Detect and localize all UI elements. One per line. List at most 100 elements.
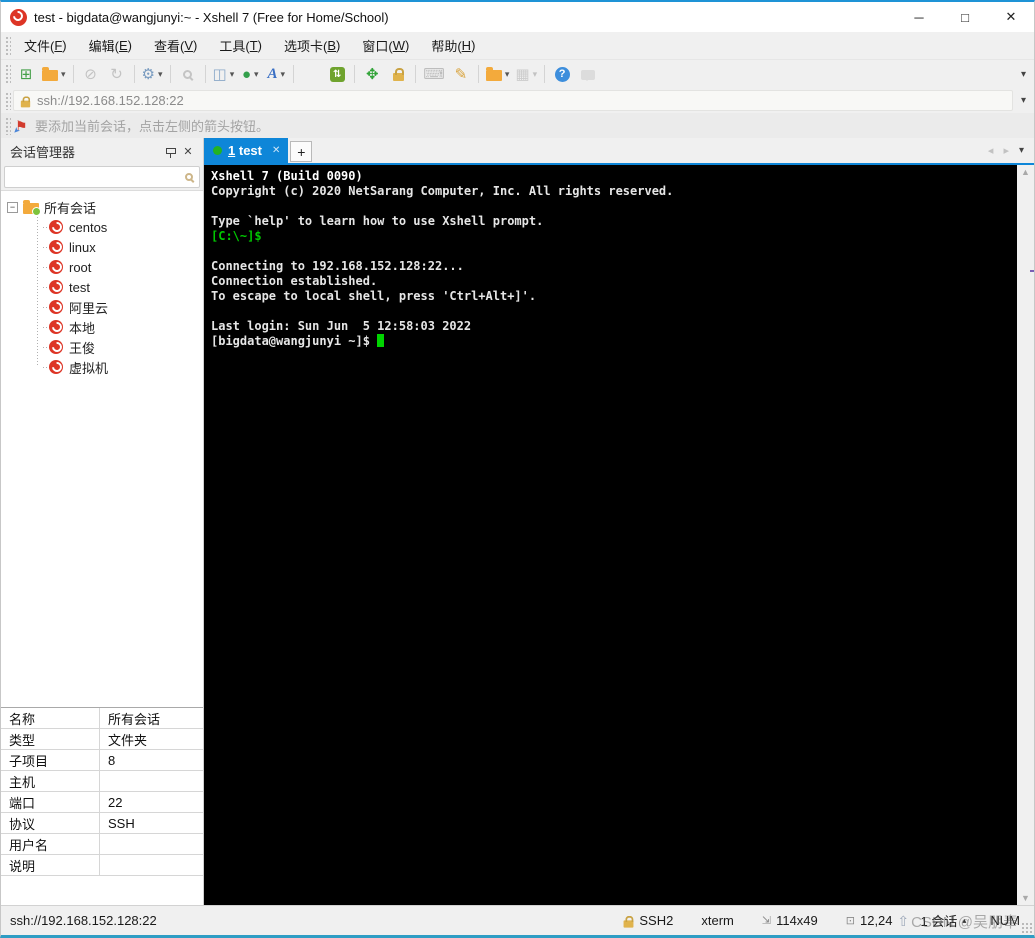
new-tab-button[interactable]: +	[290, 141, 313, 162]
terminal-line: To escape to local shell, press 'Ctrl+Al…	[211, 289, 537, 303]
tab-label: 1 test	[228, 143, 262, 158]
font-button[interactable]: A ▾	[263, 62, 289, 86]
session-search-input[interactable]	[11, 170, 185, 184]
session-manager-header: 会话管理器 ✕	[1, 138, 203, 164]
scroll-up-icon[interactable]: ▲	[1021, 167, 1030, 177]
session-item-王俊[interactable]: 王俊	[37, 337, 203, 357]
session-item-虚拟机[interactable]: 虚拟机	[37, 357, 203, 377]
scroll-down-icon[interactable]: ▼	[1021, 893, 1030, 903]
property-label: 协议	[1, 813, 100, 833]
property-row: 类型 文件夹	[1, 729, 203, 750]
session-item-centos[interactable]: centos	[37, 217, 203, 237]
resize-grip[interactable]	[1021, 922, 1033, 934]
minimize-button[interactable]: ─	[896, 2, 942, 32]
session-properties-button[interactable]: ⚙ ▾	[139, 62, 166, 86]
tree-root-label: 所有会话	[44, 200, 97, 216]
address-input[interactable]: ssh://192.168.152.128:22	[13, 90, 1013, 111]
lock-screen-button[interactable]	[385, 62, 411, 86]
tab-close-icon[interactable]: ✕	[272, 145, 280, 156]
new-folder-dropdown-icon: ▾	[504, 68, 510, 79]
session-icon	[49, 340, 63, 354]
toolbar-separator	[477, 65, 479, 83]
xshell-app-button[interactable]	[298, 62, 324, 86]
terminal-screen[interactable]: Xshell 7 (Build 0090) Copyright (c) 2020 …	[204, 165, 1017, 905]
toolbar-grip-handle[interactable]	[4, 63, 11, 85]
toolbar: ⊞▾⊘↻⚙▾◫▾●▾A▾✥⌨✎▾▦▾ ▾	[1, 59, 1034, 88]
menu-edit[interactable]: 编辑(E)	[78, 32, 143, 59]
help-button[interactable]	[549, 62, 575, 86]
statusbar-size: ⇲ 114x49	[761, 913, 818, 928]
session-manager-title: 会话管理器	[10, 144, 76, 160]
menu-tab[interactable]: 选项卡(B)	[273, 32, 351, 59]
statusbar-protocol: SSH2	[609, 912, 687, 930]
compose-bar-button[interactable]: ◫ ▾	[210, 62, 238, 86]
session-item-本地[interactable]: 本地	[37, 317, 203, 337]
menu-window[interactable]: 窗口(W)	[351, 32, 420, 59]
session-search-row	[1, 164, 203, 190]
pin-panel-button[interactable]	[161, 142, 179, 160]
new-terminal-button[interactable]: ⊞	[13, 62, 39, 86]
property-label: 名称	[1, 708, 100, 728]
toolbar-overflow-icon[interactable]: ▾	[1021, 69, 1026, 80]
session-label: linux	[69, 239, 96, 255]
terminal-line: [bigdata@wangjunyi ~]$	[211, 334, 1017, 349]
terminal-line: Xshell 7 (Build 0090)	[211, 169, 363, 183]
fullscreen-button[interactable]: ✥	[359, 62, 385, 86]
new-folder-button[interactable]: ▾	[483, 62, 513, 86]
collapse-icon[interactable]: −	[7, 201, 18, 213]
menubar-grip-handle[interactable]	[4, 35, 11, 56]
statusbar-session-count[interactable]: 1 会话 ▴	[907, 912, 985, 930]
xftp-app-icon	[329, 66, 345, 82]
session-item-test[interactable]: test	[37, 277, 203, 297]
fullscreen-icon: ✥	[365, 65, 379, 83]
addressbar-grip-handle[interactable]	[4, 91, 11, 110]
messages-button	[575, 62, 601, 86]
tile-windows-icon: ▦	[515, 65, 530, 83]
terminal-wrap: Xshell 7 (Build 0090) Copyright (c) 2020 …	[204, 165, 1034, 905]
tab-list-dropdown-icon[interactable]: ▾	[1019, 145, 1024, 156]
highlight-pen-button[interactable]: ✎	[448, 62, 474, 86]
xftp-app-button[interactable]	[324, 62, 350, 86]
toolbar-separator	[293, 65, 295, 83]
statusbar-cursor-position: ⊡ 12,24	[845, 913, 893, 928]
session-item-root[interactable]: root	[37, 257, 203, 277]
window-controls: ─ □ ✕	[896, 2, 1034, 32]
session-item-linux[interactable]: linux	[37, 237, 203, 257]
tree-root-all-sessions[interactable]: − 所有会话	[7, 197, 203, 217]
maximize-button[interactable]: □	[942, 2, 988, 32]
infobar-grip-handle[interactable]	[4, 116, 11, 135]
property-label: 类型	[1, 729, 100, 749]
web-browser-icon: ●	[241, 65, 251, 83]
session-label: 本地	[69, 320, 96, 336]
menu-tools[interactable]: 工具(T)	[208, 32, 273, 59]
session-item-阿里云[interactable]: 阿里云	[37, 297, 203, 317]
font-dropdown-icon: ▾	[280, 68, 285, 79]
disconnect-button: ⊘	[78, 62, 104, 86]
tab-scroll-left-icon: ◂	[987, 145, 994, 157]
menu-help[interactable]: 帮助(H)	[420, 32, 486, 59]
flag-icon: ⚑ ➤	[10, 117, 28, 136]
session-label: root	[69, 259, 92, 275]
tab-bar: 1 test ✕ + ◂ ▸ ▾	[204, 138, 1034, 163]
address-dropdown-icon[interactable]: ▾	[1013, 95, 1034, 106]
info-bar: ⚑ ➤ 要添加当前会话，点击左侧的箭头按钮。	[1, 113, 1034, 138]
xshell-window: test - bigdata@wangjunyi:~ - Xshell 7 (F…	[0, 0, 1035, 938]
close-button[interactable]: ✕	[988, 2, 1034, 32]
open-session-button[interactable]: ▾	[39, 62, 69, 86]
session-icon	[49, 220, 63, 234]
terminal-scrollbar[interactable]: ▲ ▼	[1017, 165, 1034, 905]
web-browser-button[interactable]: ● ▾	[237, 62, 263, 86]
menu-file[interactable]: 文件(F)	[13, 32, 78, 59]
scrollbar-marker	[1030, 270, 1034, 272]
menu-view[interactable]: 查看(V)	[143, 32, 208, 59]
toolbar-separator	[72, 65, 74, 83]
tab-test[interactable]: 1 test ✕	[204, 138, 289, 163]
close-panel-button[interactable]: ✕	[179, 142, 197, 160]
pin-icon	[165, 147, 176, 158]
toolbar-separator	[354, 65, 356, 83]
protocol-lock-icon	[623, 915, 634, 928]
title-bar: test - bigdata@wangjunyi:~ - Xshell 7 (F…	[1, 2, 1034, 32]
session-search-box[interactable]	[4, 166, 200, 188]
statusbar-right: SSH2 xterm ⇲ 114x49 ⊡ 12,24 1 会话 ▴ NUM	[609, 912, 1034, 930]
